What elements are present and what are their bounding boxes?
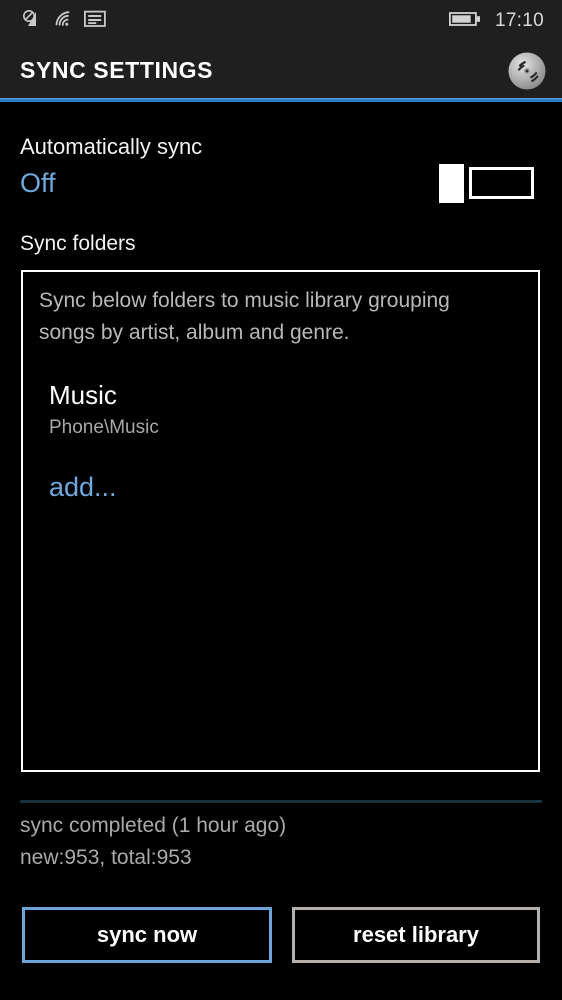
status-bar-right: 17:10 xyxy=(448,10,544,32)
toggle-thumb xyxy=(439,164,464,203)
folder-path: Phone\Music xyxy=(49,417,159,438)
wifi-icon xyxy=(53,9,73,34)
page-title: SYNC SETTINGS xyxy=(20,57,214,83)
auto-sync-value: Off xyxy=(20,168,56,198)
settings-content: Automatically sync Off Sync folders Sync… xyxy=(0,102,562,1000)
auto-sync-toggle[interactable] xyxy=(439,164,537,203)
status-bar-clock: 17:10 xyxy=(494,10,544,31)
folder-name: Music xyxy=(49,380,117,410)
add-folder-link[interactable]: add... xyxy=(49,472,117,503)
sync-folders-description: Sync below folders to music library grou… xyxy=(39,289,450,344)
status-bar: 17:10 xyxy=(0,0,562,42)
status-bar-left-icons xyxy=(22,9,106,34)
section-divider xyxy=(20,800,542,803)
sim-card-icon xyxy=(83,10,106,33)
title-bar: SYNC SETTINGS xyxy=(0,42,562,100)
sync-status-primary: sync completed (1 hour ago) xyxy=(20,814,287,837)
sync-settings-screen: 17:10 SYNC SETTINGS Automatically sync O… xyxy=(0,0,562,1000)
sync-folders-label: Sync folders xyxy=(20,232,136,255)
auto-sync-label: Automatically sync xyxy=(20,134,203,159)
sync-now-button[interactable]: sync now xyxy=(22,907,272,963)
list-item[interactable]: Music Phone\Music xyxy=(49,380,159,442)
toggle-track xyxy=(469,167,534,199)
sync-folders-box: Sync below folders to music library grou… xyxy=(21,270,540,772)
sync-status-counts: new:953, total:953 xyxy=(20,846,192,869)
reset-library-button[interactable]: reset library xyxy=(292,907,540,963)
cellular-no-signal-icon xyxy=(22,9,42,34)
cd-disc-icon[interactable] xyxy=(507,51,547,91)
battery-icon xyxy=(448,11,481,32)
